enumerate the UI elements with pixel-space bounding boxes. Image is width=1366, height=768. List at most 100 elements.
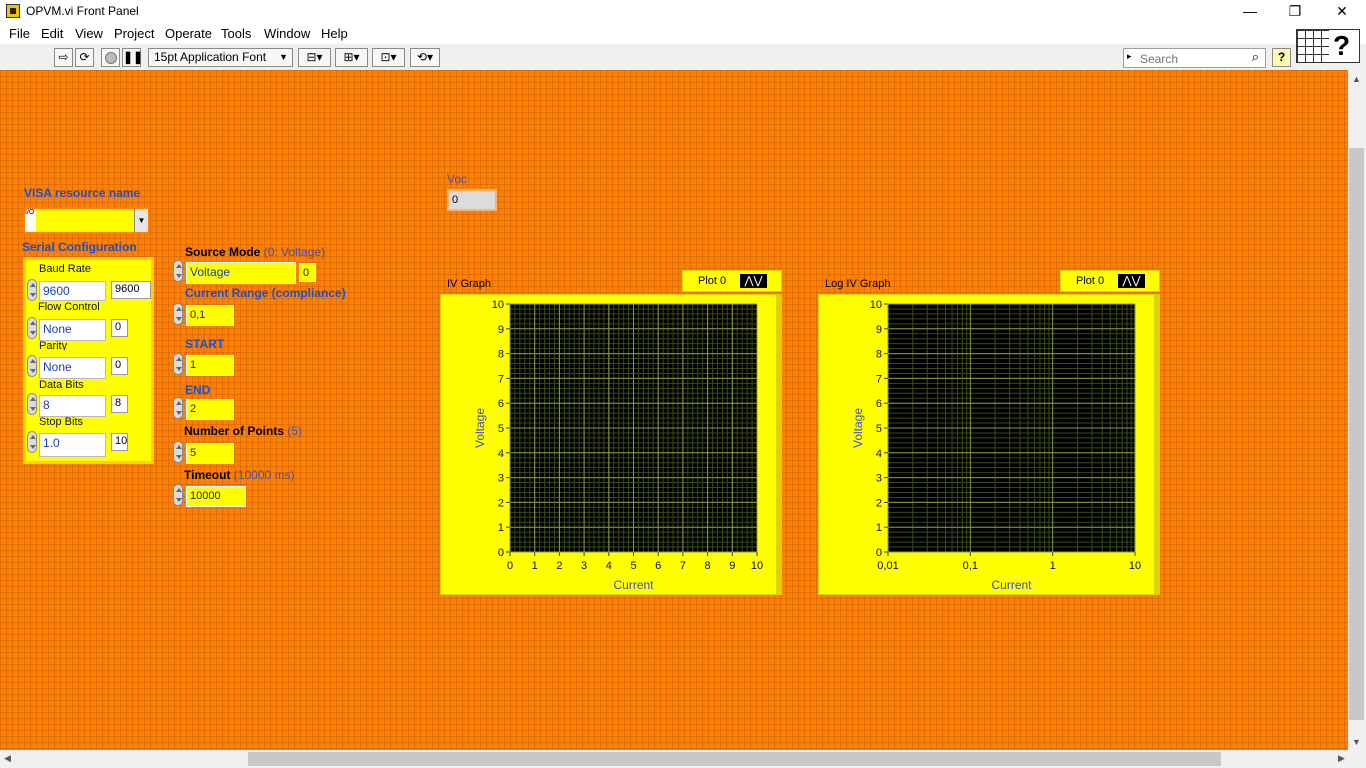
menu-project[interactable]: Project bbox=[114, 26, 154, 41]
y-tick-label: 7 bbox=[876, 373, 882, 385]
scroll-up-icon[interactable]: ▲ bbox=[1352, 74, 1361, 84]
y-tick-label: 2 bbox=[876, 497, 882, 509]
visa-resource-value[interactable] bbox=[36, 209, 134, 232]
iv-graph[interactable]: 0 1 2 3 4 5 6 7 8 9 10 0 1 2 3 4 5 6 7 8 9 10 Current Voltage bbox=[440, 294, 782, 595]
graph-frame-edge bbox=[776, 294, 782, 595]
start-label: START bbox=[185, 337, 225, 351]
menu-view[interactable]: View bbox=[75, 26, 103, 41]
font-select[interactable]: 15pt Application Font ▼ bbox=[148, 48, 293, 67]
start-field[interactable]: 1 bbox=[186, 355, 234, 376]
end-label: END bbox=[185, 383, 211, 397]
y-tick-label: 3 bbox=[498, 473, 504, 485]
flow-control-field[interactable]: None bbox=[39, 319, 106, 341]
menu-help[interactable]: Help bbox=[321, 26, 348, 41]
log-iv-graph-legend[interactable]: Plot 0 ⋀⋁ bbox=[1060, 270, 1160, 292]
num-points-field[interactable]: 5 bbox=[186, 443, 234, 464]
x-tick-label: 10 bbox=[751, 560, 763, 572]
source-mode-field[interactable]: Voltage bbox=[186, 262, 296, 284]
pause-icon[interactable]: ❚❚ bbox=[122, 48, 143, 67]
source-mode-spinner[interactable] bbox=[173, 260, 183, 282]
timeout-spinner[interactable] bbox=[173, 484, 183, 506]
horizontal-scroll-thumb[interactable] bbox=[248, 752, 1221, 766]
run-arrow-icon[interactable]: ⇨ bbox=[54, 48, 73, 67]
x-tick-label: 7 bbox=[680, 560, 686, 572]
scroll-right-icon[interactable]: ▶ bbox=[1338, 753, 1345, 764]
menu-edit[interactable]: Edit bbox=[41, 26, 63, 41]
y-axis-label: Voltage bbox=[473, 408, 487, 448]
search-icon[interactable]: ⌕ bbox=[1252, 49, 1259, 65]
start-spinner[interactable] bbox=[173, 353, 183, 375]
y-tick-label: 2 bbox=[498, 497, 504, 509]
y-tick-label: 1 bbox=[876, 522, 882, 534]
timeout-field[interactable]: 10000 bbox=[186, 486, 246, 507]
run-continuously-icon[interactable]: ⟳ bbox=[75, 48, 94, 67]
log-iv-graph[interactable]: 0,01 0,1 1 10 0 1 2 3 4 5 6 7 8 9 10 Current Voltage bbox=[818, 294, 1160, 595]
x-axis-label: Current bbox=[991, 578, 1032, 592]
vertical-scroll-thumb[interactable] bbox=[1349, 148, 1364, 720]
abort-icon[interactable] bbox=[101, 48, 120, 67]
x-tick-label: 5 bbox=[630, 560, 636, 572]
flow-control-spinner[interactable] bbox=[27, 317, 37, 339]
baud-rate-indicator: 9600 bbox=[111, 281, 151, 299]
context-help-icon[interactable]: ? bbox=[1272, 48, 1291, 67]
stop-bits-spinner[interactable] bbox=[27, 431, 37, 453]
data-bits-spinner[interactable] bbox=[27, 393, 37, 415]
current-range-spinner[interactable] bbox=[173, 303, 183, 325]
stop-bits-field[interactable]: 1.0 bbox=[39, 433, 106, 457]
iv-legend-label: Plot 0 bbox=[698, 275, 727, 287]
y-tick-label: 1 bbox=[498, 522, 504, 534]
resize-objects-icon[interactable]: ⊡▾ bbox=[372, 48, 405, 67]
x-tick-label: 8 bbox=[705, 560, 711, 572]
current-range-field[interactable]: 0,1 bbox=[186, 305, 234, 326]
search-input[interactable] bbox=[1138, 51, 1242, 67]
visa-resource-control[interactable]: I/O ▼ bbox=[23, 207, 150, 234]
reorder-icon[interactable]: ⟲▾ bbox=[410, 48, 440, 67]
visa-dropdown-icon[interactable]: ▼ bbox=[134, 209, 148, 232]
num-points-spinner[interactable] bbox=[173, 441, 183, 463]
title-bar bbox=[0, 0, 1366, 23]
close-button[interactable]: ✕ bbox=[1319, 0, 1365, 23]
align-objects-icon[interactable]: ⊟▾ bbox=[298, 48, 331, 67]
menu-tools[interactable]: Tools bbox=[221, 26, 251, 41]
scroll-down-icon[interactable]: ▼ bbox=[1352, 737, 1361, 747]
y-tick-label: 0 bbox=[876, 547, 882, 559]
x-tick-label: 2 bbox=[556, 560, 562, 572]
end-spinner[interactable] bbox=[173, 397, 183, 419]
serial-config-label: Serial Configuration bbox=[22, 240, 137, 254]
window-title: OPVM.vi Front Panel bbox=[26, 4, 139, 18]
y-axis-label: Voltage bbox=[851, 408, 865, 448]
baud-rate-spinner[interactable] bbox=[27, 279, 37, 301]
y-tick-label: 7 bbox=[498, 373, 504, 385]
minimize-button[interactable]: — bbox=[1227, 0, 1273, 23]
flow-control-indicator: 0 bbox=[111, 319, 128, 337]
menu-window[interactable]: Window bbox=[264, 26, 310, 41]
y-tick-label: 3 bbox=[876, 473, 882, 485]
restore-button[interactable]: ❐ bbox=[1272, 0, 1318, 23]
distribute-objects-icon[interactable]: ⊞▾ bbox=[335, 48, 368, 67]
scroll-left-icon[interactable]: ◀ bbox=[4, 753, 11, 764]
iv-graph-legend[interactable]: Plot 0 ⋀⋁ bbox=[682, 270, 782, 292]
y-tick-label: 4 bbox=[876, 448, 882, 460]
voc-label: Voc bbox=[447, 172, 468, 186]
timeout-label-group: Timeout (10000 ms) bbox=[184, 468, 295, 482]
plot-line-icon: ⋀⋁ bbox=[740, 274, 767, 288]
labview-vi-icon bbox=[6, 4, 20, 18]
y-tick-label: 6 bbox=[498, 398, 504, 410]
menu-operate[interactable]: Operate bbox=[165, 26, 212, 41]
connector-pane-icon[interactable]: ? bbox=[1296, 29, 1360, 63]
parity-spinner[interactable] bbox=[27, 355, 37, 377]
end-field[interactable]: 2 bbox=[186, 399, 234, 420]
graph-canvas: 0,01 0,1 1 10 0 1 2 3 4 5 6 7 8 9 10 Current Voltage bbox=[851, 294, 1160, 595]
baud-rate-field[interactable]: 9600 bbox=[39, 281, 106, 301]
source-mode-hint: (0: Voltage) bbox=[263, 245, 326, 259]
timeout-hint: (10000 ms) bbox=[233, 468, 295, 482]
search-box[interactable]: ▸ ⌕ bbox=[1123, 48, 1266, 68]
x-tick-label: 0,1 bbox=[963, 560, 978, 572]
data-bits-field[interactable]: 8 bbox=[39, 395, 106, 417]
io-icon: I/O bbox=[25, 209, 35, 232]
y-tick-label: 8 bbox=[876, 349, 882, 361]
parity-field[interactable]: None bbox=[39, 357, 106, 379]
menu-file[interactable]: File bbox=[9, 26, 30, 41]
x-tick-label: 1 bbox=[1050, 560, 1056, 572]
log-iv-legend-label: Plot 0 bbox=[1076, 275, 1105, 287]
